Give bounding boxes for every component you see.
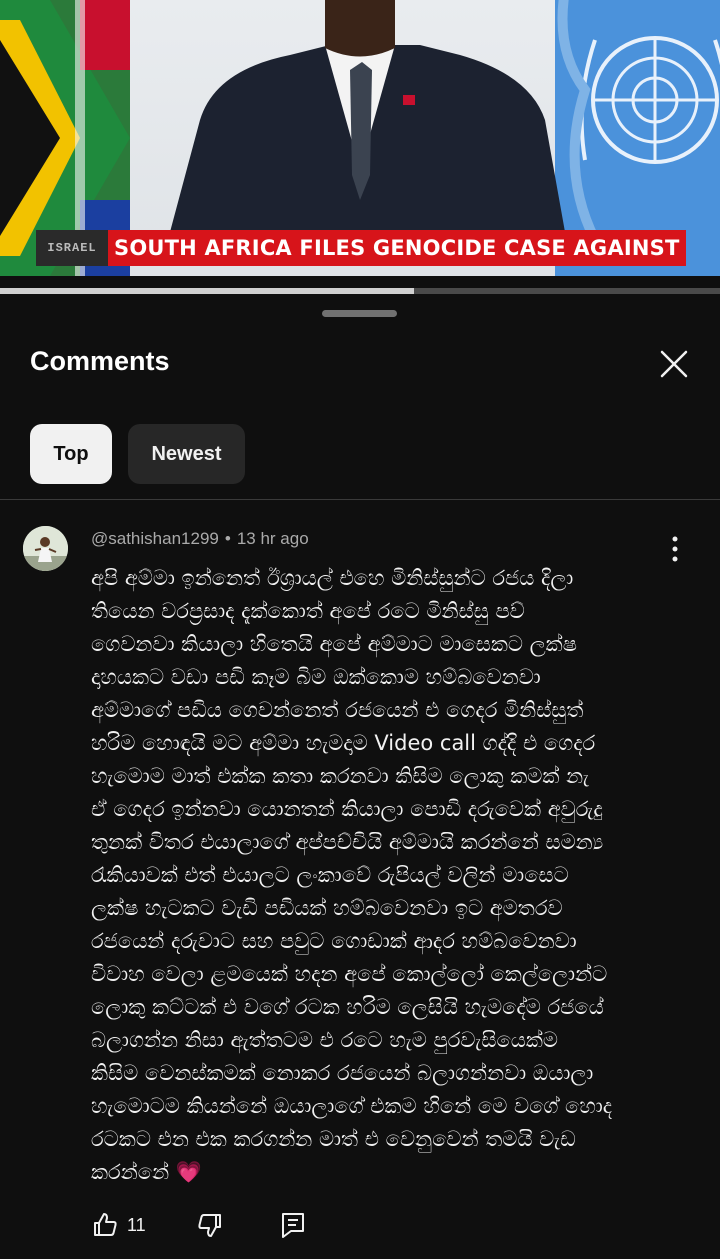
video-player[interactable]: ISRAEL SOUTH AFRICA FILES GENOCIDE CASE …	[0, 0, 720, 276]
headline-text: SOUTH AFRICA FILES GENOCIDE CASE AGAINST…	[108, 230, 686, 266]
comment-line: රටකට එන එක කරගන්න මාත් එ වෙනුවෙන් තමයි ව…	[91, 1127, 576, 1151]
tab-top[interactable]: Top	[30, 424, 112, 484]
video-progress-bar[interactable]	[0, 288, 720, 294]
comment-line: ලක්ෂ හැටකට වැඩි පඩියක් හම්බවෙනවා ඉට අමතර…	[91, 896, 563, 920]
comment-line: හරිම හොඳයි මට අම්මා හැමදාම Video call ගද…	[91, 731, 596, 755]
sheet-title: Comments	[30, 346, 170, 376]
comment-author[interactable]: @sathishan1299	[91, 529, 219, 548]
like-count: 11	[127, 1214, 146, 1235]
tab-newest[interactable]: Newest	[128, 424, 245, 484]
drag-handle[interactable]	[322, 310, 397, 317]
thumbs-down-icon[interactable]	[196, 1211, 224, 1239]
progress-fill	[0, 288, 414, 294]
comment-meta: @sathishan1299 • 13 hr ago	[91, 529, 309, 549]
comment-line: රජයෙන් දරුවාට සහ පවුට ගොඩාක් ආදර හම්බවෙන…	[91, 929, 577, 953]
divider	[0, 499, 720, 500]
news-banner: ISRAEL SOUTH AFRICA FILES GENOCIDE CASE …	[36, 230, 686, 266]
comment-line: ලොකු කට්ටක් එ වගේ රටක හරිම ලෙසියි හැමදේම…	[91, 995, 604, 1019]
comment-line: හැමොටම කියන්නේ ඔයාලාගේ එකම හිනේ මෙ වගේ හ…	[91, 1094, 613, 1118]
comment-line: තුනක් විතර එයාලාගේ අප්පච්චියි අම්මායි කර…	[91, 830, 604, 854]
comment-body: අපි අම්මා ඉන්නෙත් ඊශ්‍රායල් එහෙ මිනිස්සු…	[91, 562, 691, 1189]
comments-sheet: Comments Top Newest @sathishan1299 • 13 hr…	[0, 296, 720, 1259]
comment-line: දාහයකට වඩා පඩි කෑම බිම ඔක්කොම හම්බවෙනවා	[91, 665, 541, 689]
comment-line-last: කරන්නේ 💗	[91, 1156, 691, 1189]
thumbs-up-icon[interactable]	[91, 1211, 119, 1239]
comment-line: හැමොම මාත් එක්ක කතා කරනවා කිසිම ලොකු කමක…	[91, 764, 590, 788]
comment-time: 13 hr ago	[236, 529, 309, 548]
channel-logo: ISRAEL	[36, 230, 108, 266]
more-vertical-icon[interactable]	[664, 534, 686, 564]
comment-line-text: කරන්නේ	[91, 1160, 170, 1184]
close-icon[interactable]	[656, 346, 692, 382]
heart-emoji: 💗	[175, 1160, 202, 1184]
comment-actions: 11	[91, 1208, 307, 1242]
comment-line: තියෙන වරප්‍රසාද දැක්කොත් අපේ රටෙ මිනිස්ස…	[91, 599, 525, 623]
comment-line: ගෙවනවා කියාලා හිතෙයි අපේ අම්මාට මාසෙකට ල…	[91, 632, 577, 656]
avatar[interactable]	[23, 526, 68, 571]
comment-line: රැකියාවක් එත් එයාලට ලංකාවේ රුපියල් වලින්…	[91, 863, 569, 887]
comment-line: අපි අම්මා ඉන්නෙත් ඊශ්‍රායල් එහෙ මිනිස්සු…	[91, 566, 574, 590]
comment-line: අම්මාගේ පඩිය ගෙවන්නෙත් රජයෙන් එ ගෙදර මින…	[91, 698, 584, 722]
comment-line: ඒ ගෙදර ඉන්නවා යොනතන් කියාලා පොඩි දරුවෙක්…	[91, 797, 603, 821]
reply-icon[interactable]	[279, 1211, 307, 1239]
meta-separator: •	[224, 529, 231, 548]
comment-line: බලාගන්න නිසා ඇත්තටම එ රටෙ හැම පුරවැසියෙක…	[91, 1028, 559, 1052]
comment-line: විවාහ වෙලා ළමයෙක් හදන අපේ කොල්ලෝ කෙල්ලොන…	[91, 962, 608, 986]
comment-line: කිසිම වෙනස්කමක් නොකර රජයෙන් බලාගන්නවා ඔය…	[91, 1061, 594, 1085]
